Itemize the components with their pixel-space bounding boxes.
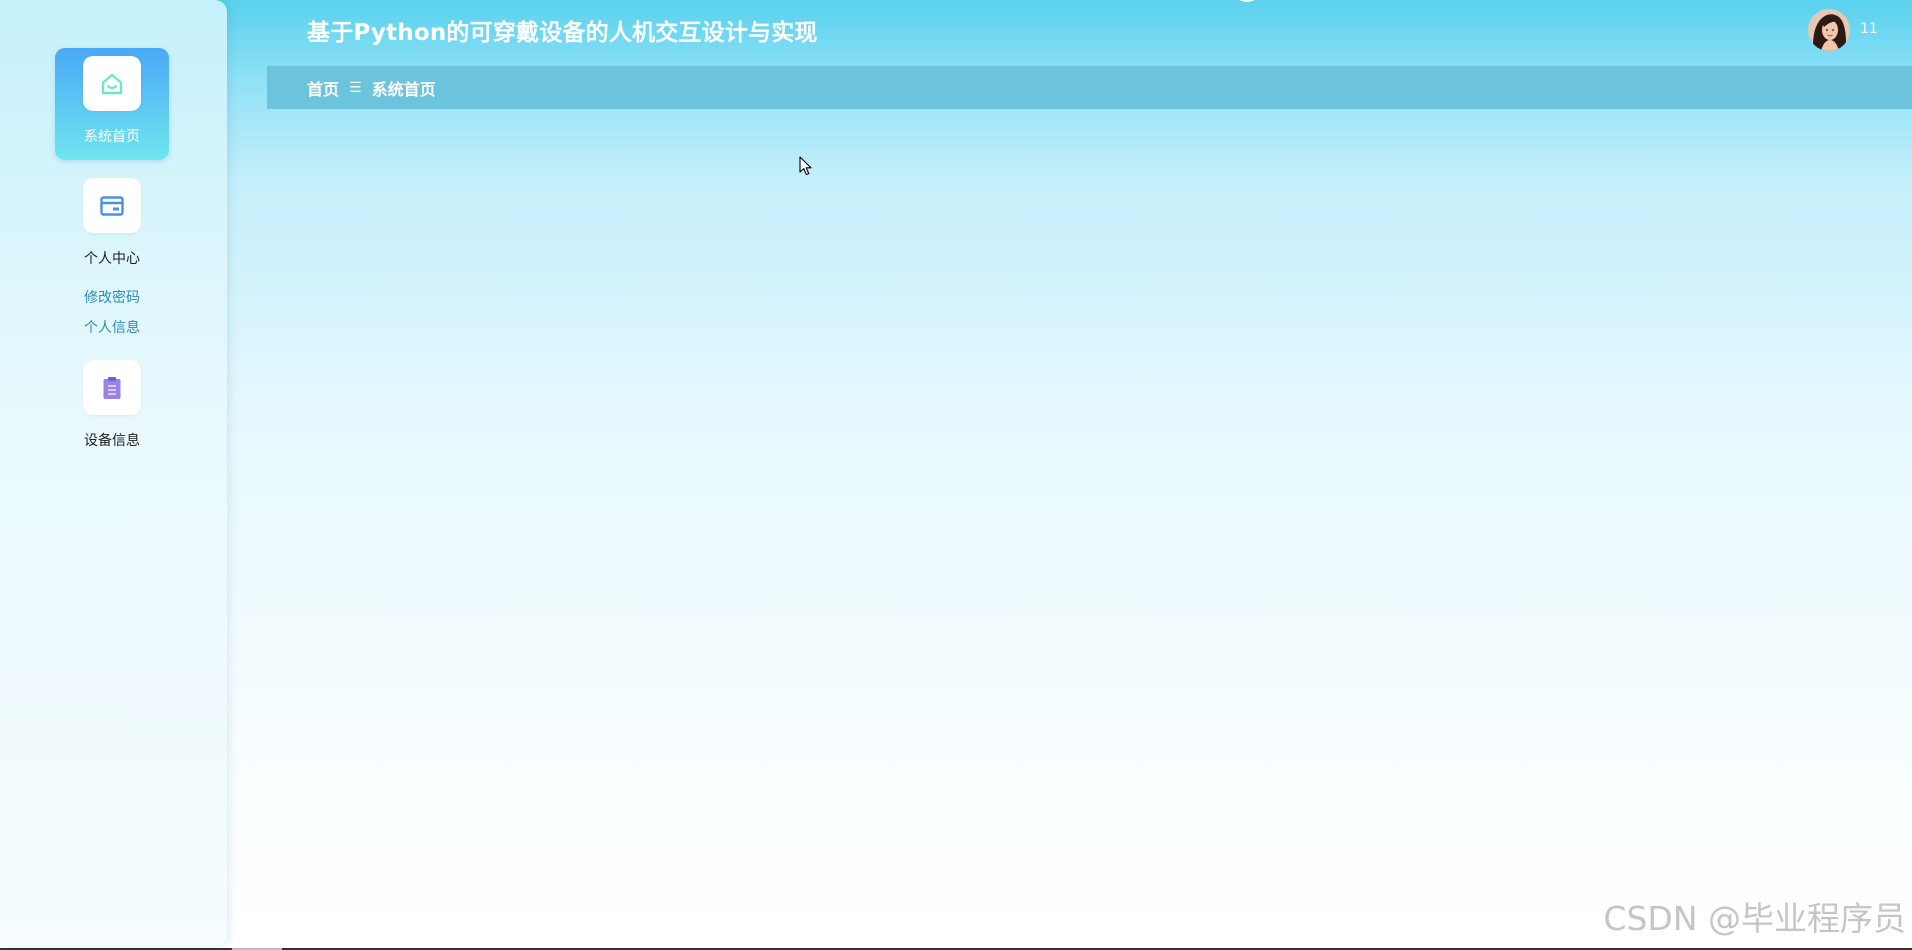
watermark: CSDN @毕业程序员: [1603, 899, 1906, 938]
mouse-cursor-icon: [799, 156, 813, 182]
app-title: 基于Python的可穿戴设备的人机交互设计与实现: [307, 20, 818, 46]
breadcrumb-separator: ☰: [349, 79, 362, 96]
user-avatar-image: [1808, 9, 1850, 51]
sidebar-item-label: 系统首页: [84, 129, 140, 145]
sidebar-item-label: 设备信息: [84, 433, 140, 449]
submenu-personal-info[interactable]: 个人信息: [55, 317, 169, 337]
breadcrumb-current: 系统首页: [371, 79, 436, 99]
home-icon-box: [83, 56, 141, 111]
sidebar-item-home[interactable]: 系统首页: [55, 48, 169, 160]
clipboard-icon: [103, 376, 121, 399]
avatar[interactable]: [1808, 9, 1850, 51]
wallet-icon-box: [83, 178, 141, 233]
sidebar: 系统首页 个人中心 修改密码 个人信息 设备信息: [0, 0, 227, 946]
clipboard-icon-box: [83, 360, 141, 415]
breadcrumb: 首页 ☰ 系统首页: [267, 66, 1912, 109]
home-icon: [101, 73, 123, 94]
sidebar-item-label: 个人中心: [84, 251, 140, 267]
wallet-icon: [100, 195, 124, 216]
submenu-change-password[interactable]: 修改密码: [55, 287, 169, 307]
sidebar-item-device-info[interactable]: 设备信息: [55, 358, 169, 454]
top-knob-decoration: [1231, 0, 1263, 2]
breadcrumb-home-link[interactable]: 首页: [307, 76, 339, 100]
username[interactable]: 11: [1860, 21, 1878, 37]
sidebar-item-personal-center[interactable]: 个人中心: [55, 176, 169, 272]
